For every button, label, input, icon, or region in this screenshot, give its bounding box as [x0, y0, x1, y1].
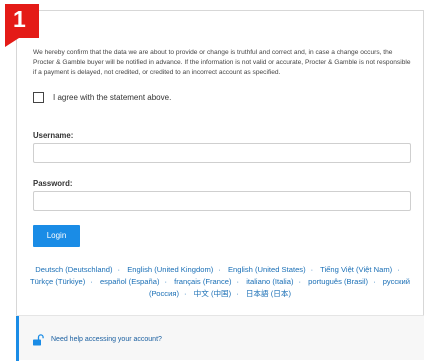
separator: ·	[373, 277, 376, 286]
help-link[interactable]: Need help accessing your account?	[32, 333, 162, 346]
help-bar: Need help accessing your account?	[16, 315, 424, 361]
step-number-badge: 1	[5, 4, 39, 47]
separator: ·	[218, 265, 221, 274]
language-link[interactable]: español (España)	[100, 277, 160, 286]
username-input[interactable]	[33, 143, 411, 163]
username-label: Username:	[33, 131, 74, 140]
separator: ·	[236, 277, 240, 286]
language-link[interactable]: 中文 (中国)	[194, 289, 232, 298]
language-link[interactable]: português (Brasil)	[308, 277, 368, 286]
language-list: Deutsch (Deutschland) · English (United K…	[27, 264, 413, 300]
password-label: Password:	[33, 179, 73, 188]
separator: ·	[90, 277, 93, 286]
separator: ·	[236, 289, 239, 298]
language-link[interactable]: Deutsch (Deutschland)	[35, 265, 112, 274]
disclaimer-text: We hereby confirm that the data we are a…	[33, 49, 411, 77]
language-link[interactable]: Tiếng Việt (Việt Nam)	[320, 265, 392, 274]
step-number: 1	[13, 6, 26, 32]
language-link[interactable]: English (United Kingdom)	[127, 265, 213, 274]
agree-checkbox[interactable]	[33, 91, 44, 103]
language-link[interactable]: Türkçe (Türkiye)	[30, 277, 85, 286]
language-link[interactable]: 日本語 (日本)	[246, 289, 291, 298]
separator: ·	[117, 265, 121, 274]
language-link[interactable]: English (United States)	[228, 265, 306, 274]
separator: ·	[397, 265, 400, 274]
agree-label: I agree with the statement above.	[53, 92, 172, 102]
separator: ·	[183, 289, 187, 298]
password-input[interactable]	[33, 191, 411, 211]
separator: ·	[298, 277, 302, 286]
language-link[interactable]: italiano (Italia)	[246, 277, 293, 286]
help-link-text[interactable]: Need help accessing your account?	[51, 336, 162, 343]
separator: ·	[164, 277, 168, 286]
separator: ·	[310, 265, 314, 274]
login-button[interactable]: Login	[33, 225, 80, 247]
help-accent-bar	[16, 316, 19, 361]
agreement-row[interactable]: I agree with the statement above.	[33, 90, 171, 104]
language-link[interactable]: français (France)	[174, 277, 231, 286]
unlock-icon	[32, 333, 44, 346]
